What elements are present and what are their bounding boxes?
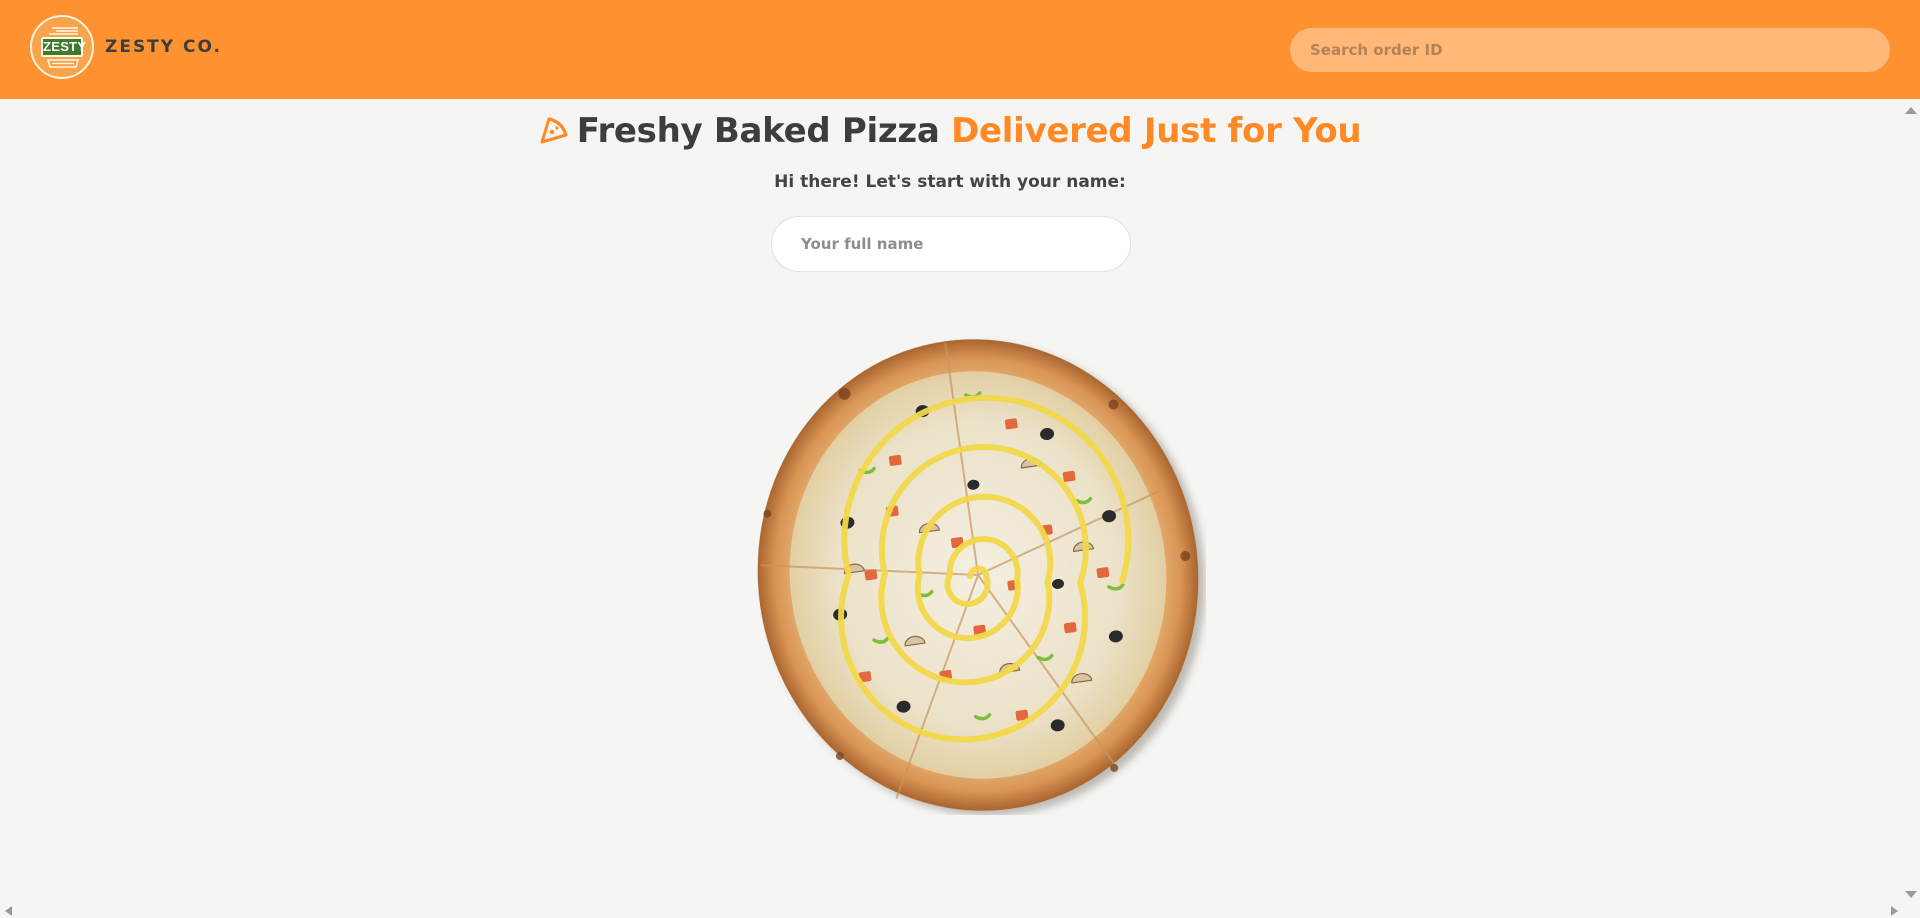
pizza-image [756, 335, 1206, 815]
logo-speed-lines-icon [49, 27, 78, 35]
scroll-up-arrow-icon[interactable] [1905, 107, 1917, 114]
scroll-right-arrow-icon[interactable] [1891, 906, 1898, 916]
vertical-scrollbar[interactable] [1900, 99, 1920, 904]
scroll-down-arrow-icon[interactable] [1905, 891, 1917, 898]
hero-title: Freshy Baked Pizza Delivered Just for Yo… [0, 108, 1900, 154]
scroll-left-arrow-icon[interactable] [5, 906, 12, 916]
zesty-logo[interactable]: ZESTY [30, 15, 94, 79]
hero-title-accent: Delivered Just for You [951, 111, 1362, 151]
top-header: ZESTY ZESTY CO. [0, 0, 1920, 99]
full-name-input[interactable] [771, 216, 1131, 272]
brand-name[interactable]: ZESTY CO. [105, 37, 222, 57]
logo-text: ZESTY [41, 37, 86, 57]
name-prompt: Hi there! Let's start with your name: [774, 172, 1126, 192]
logo-box-icon [46, 59, 80, 68]
pizza-slice-icon [540, 117, 568, 144]
horizontal-scrollbar[interactable] [0, 904, 1920, 918]
order-id-search-input[interactable] [1290, 28, 1890, 72]
hero-title-main: Freshy Baked Pizza [576, 111, 940, 151]
